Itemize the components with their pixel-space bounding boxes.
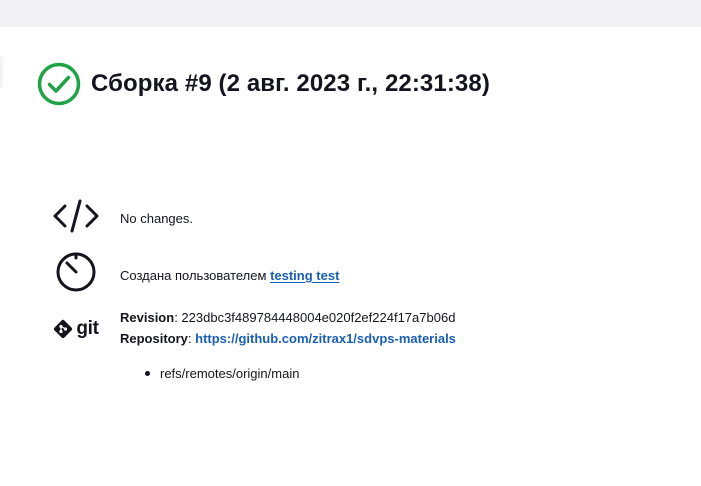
top-bar — [0, 0, 701, 27]
cause-text: Создана пользователем testing test — [120, 265, 339, 286]
git-logo-text: git — [76, 318, 99, 339]
timer-icon — [50, 252, 102, 292]
branch-ref: refs/remotes/origin/main — [160, 366, 300, 381]
git-info: Revision: 223dbc3f489784448004e020f2ef22… — [120, 307, 456, 349]
repository-line: Repository: https://github.com/zitrax1/s… — [120, 331, 456, 346]
cause-row: Создана пользователем testing test — [50, 252, 339, 292]
page-title: Сборка #9 (2 авг. 2023 г., 22:31:38) — [91, 70, 490, 97]
check-circle-icon — [37, 62, 81, 106]
repository-label: Repository — [120, 331, 188, 346]
user-link[interactable]: testing test — [270, 268, 339, 283]
cause-prefix: Создана пользователем — [120, 268, 267, 283]
changes-text: No changes. — [120, 211, 193, 226]
revision-label: Revision — [120, 310, 175, 325]
git-logo-icon: git — [50, 307, 102, 351]
git-row: git Revision: 223dbc3f489784448004e020f2… — [50, 307, 456, 351]
revision-value: 223dbc3f489784448004e020f2ef224f17a7b06d — [181, 310, 456, 325]
side-panel-edge — [0, 56, 3, 88]
repository-link[interactable]: https://github.com/zitrax1/sdvps-materia… — [195, 331, 456, 346]
branch-list: refs/remotes/origin/main — [138, 364, 299, 384]
bullet-icon — [145, 371, 150, 376]
revision-line: Revision: 223dbc3f489784448004e020f2ef22… — [120, 310, 456, 325]
list-item: refs/remotes/origin/main — [138, 364, 299, 384]
code-icon — [50, 196, 102, 236]
changes-row: No changes. — [50, 196, 193, 236]
build-header: Сборка #9 (2 авг. 2023 г., 22:31:38) — [37, 62, 490, 106]
